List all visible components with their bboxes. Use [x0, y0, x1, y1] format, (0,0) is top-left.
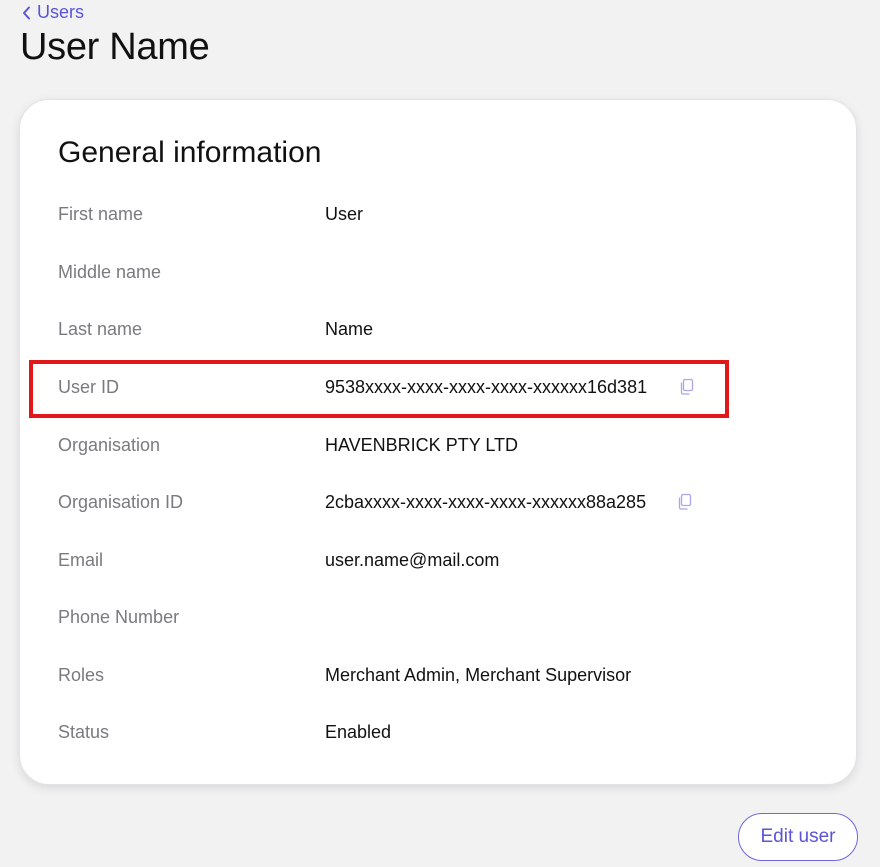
field-value: User — [325, 204, 364, 224]
card-title: General information — [58, 136, 322, 169]
chevron-left-icon — [22, 6, 31, 20]
field-label: Status — [58, 722, 110, 742]
general-information-card: General information First name User Midd… — [19, 99, 857, 785]
field-label: Organisation ID — [58, 492, 184, 512]
status-row: Status Enabled — [20, 712, 856, 752]
field-label: Last name — [58, 319, 143, 339]
phone-number-row: Phone Number — [20, 597, 856, 637]
status-value: Enabled — [325, 722, 392, 742]
field-label: Organisation — [58, 435, 161, 455]
first-name-row: First name User — [20, 194, 856, 234]
organisation-row: Organisation HAVENBRICK PTY LTD — [20, 425, 856, 465]
email-row: Email user.name@mail.com — [20, 540, 856, 580]
field-value: Merchant Admin, Merchant Supervisor — [325, 665, 632, 685]
organisation-id-value: 2cbaxxxx-xxxx-xxxx-xxxx-xxxxxx88a285 — [325, 492, 647, 512]
field-label: Roles — [58, 665, 105, 685]
edit-user-button[interactable]: Edit user — [738, 813, 858, 861]
back-link-label: Users — [37, 2, 85, 22]
back-to-users-link[interactable]: Users — [22, 2, 84, 23]
field-value: HAVENBRICK PTY LTD — [325, 435, 519, 455]
field-label: Phone Number — [58, 607, 180, 627]
copy-icon — [676, 493, 694, 511]
organisation-id-row: Organisation ID 2cbaxxxx-xxxx-xxxx-xxxx-… — [20, 482, 856, 522]
field-label: First name — [58, 204, 144, 224]
page-title: User Name — [20, 26, 210, 68]
copy-organisation-id-button[interactable] — [676, 493, 694, 511]
middle-name-row: Middle name — [20, 252, 856, 292]
field-value: user.name@mail.com — [325, 550, 500, 570]
roles-row: Roles Merchant Admin, Merchant Superviso… — [20, 655, 856, 695]
field-label: Email — [58, 550, 104, 570]
field-label: Middle name — [58, 262, 162, 282]
last-name-row: Last name Name — [20, 309, 856, 349]
highlight-annotation — [29, 360, 729, 418]
field-value: Name — [325, 319, 374, 339]
